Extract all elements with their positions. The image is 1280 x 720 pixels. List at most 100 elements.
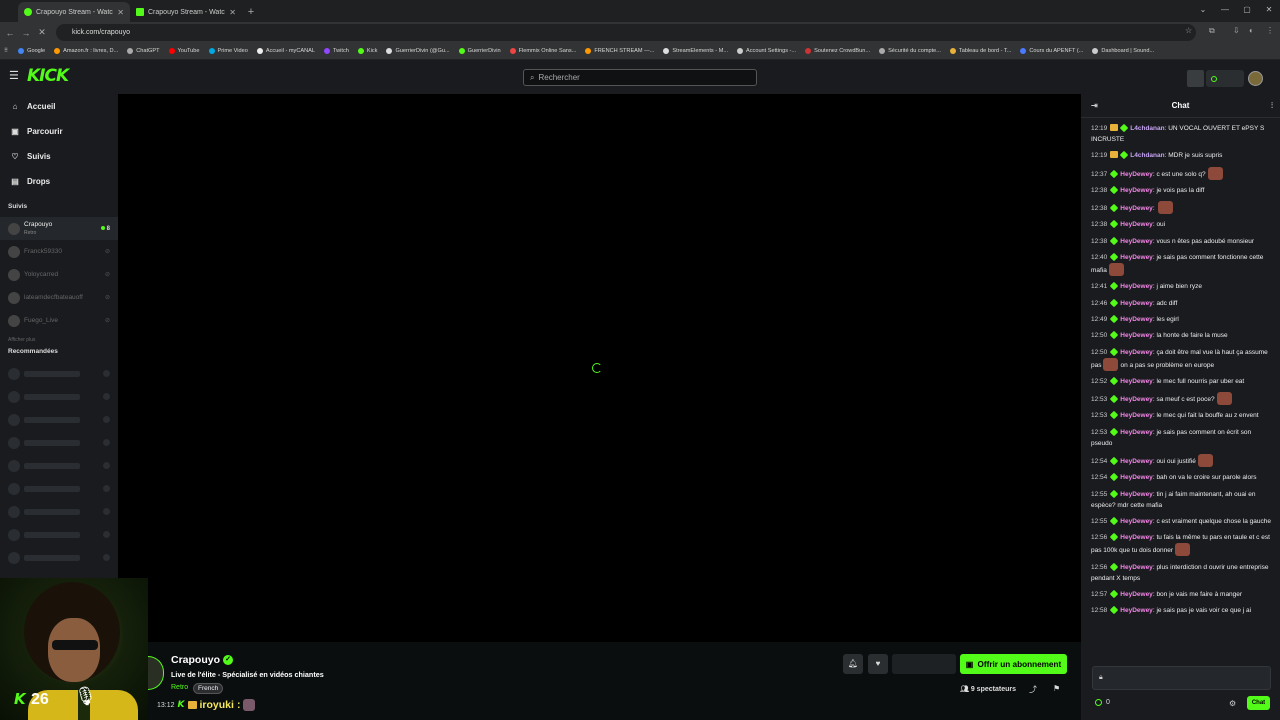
bookmark-item[interactable]: Accueil - myCANAL bbox=[256, 48, 315, 54]
bookmark-item[interactable]: Tableau de bord - T... bbox=[949, 48, 1011, 54]
channel-points[interactable]: 0 bbox=[1095, 699, 1110, 706]
message-time: 12:56 bbox=[1091, 563, 1108, 571]
bookmark-star-icon[interactable]: ☆ bbox=[1185, 26, 1192, 35]
bookmark-item[interactable]: Prime Video bbox=[208, 48, 248, 54]
message-username[interactable]: HeyDewey bbox=[1120, 518, 1153, 525]
extensions-icon[interactable]: ⧉ bbox=[1209, 26, 1215, 36]
browser-tab[interactable]: Crapouyo Stream - Watch Live ✕ bbox=[130, 2, 242, 22]
message-username[interactable]: HeyDewey bbox=[1120, 332, 1153, 339]
bookmark-item[interactable]: Soutenez CrowdBun... bbox=[805, 48, 870, 54]
language-tag[interactable]: French bbox=[193, 683, 224, 694]
bookmark-item[interactable]: YouTube bbox=[168, 48, 200, 54]
more-options-icon[interactable]: ⚑ bbox=[1053, 684, 1060, 693]
new-tab-button[interactable]: + bbox=[242, 2, 260, 22]
gear-icon[interactable]: ⚙ bbox=[1229, 699, 1236, 708]
message-username[interactable]: HeyDewey bbox=[1120, 171, 1153, 178]
following-channel[interactable]: Fuego_Live ⊘ bbox=[0, 309, 118, 332]
send-chat-button[interactable]: Chat bbox=[1247, 696, 1270, 710]
message-username[interactable]: HeyDewey bbox=[1120, 254, 1153, 261]
chevron-down-icon[interactable]: ⌄ bbox=[1192, 0, 1214, 20]
message-username[interactable]: HeyDewey bbox=[1120, 316, 1153, 323]
address-bar[interactable]: kick.com/crapouyo bbox=[56, 24, 1196, 41]
subscribe-placeholder-button[interactable] bbox=[892, 654, 956, 674]
message-username[interactable]: HeyDewey bbox=[1120, 491, 1153, 498]
forward-icon[interactable]: → bbox=[18, 28, 34, 38]
skeleton-block bbox=[24, 531, 80, 538]
message-username[interactable]: HeyDewey bbox=[1120, 205, 1153, 212]
message-username[interactable]: HeyDewey bbox=[1120, 221, 1153, 228]
follow-heart-button[interactable]: ♥ bbox=[868, 654, 888, 674]
bookmark-item[interactable]: ChatGPT bbox=[127, 48, 160, 54]
message-username[interactable]: HeyDewey bbox=[1120, 564, 1153, 571]
bookmark-item[interactable]: Kick bbox=[357, 48, 377, 54]
message-username[interactable]: HeyDewey bbox=[1120, 591, 1153, 598]
message-username[interactable]: HeyDewey bbox=[1120, 412, 1153, 419]
header-button[interactable] bbox=[1187, 70, 1204, 87]
message-username[interactable]: HeyDewey bbox=[1120, 396, 1153, 403]
bookmark-item[interactable]: Sécurité du compte... bbox=[879, 48, 941, 54]
collapse-chat-icon[interactable]: ⇥ bbox=[1091, 101, 1098, 110]
bookmark-item[interactable]: Cours du APENFT (... bbox=[1020, 48, 1083, 54]
reload-stop-icon[interactable]: ✕ bbox=[34, 27, 50, 38]
sidebar-item-parcourir[interactable]: ▣ Parcourir bbox=[0, 119, 118, 144]
bookmark-item[interactable]: Google bbox=[18, 48, 45, 54]
sidebar-item-accueil[interactable]: ⌂ Accueil bbox=[0, 94, 118, 119]
message-username[interactable]: HeyDewey bbox=[1120, 349, 1153, 356]
following-channel[interactable]: Franck59330 ⊘ bbox=[0, 240, 118, 263]
show-more-link[interactable]: Afficher plus bbox=[0, 332, 118, 348]
kick-logo[interactable]: KICK bbox=[27, 66, 69, 86]
maximize-button[interactable]: ▢ bbox=[1236, 0, 1258, 20]
back-icon[interactable]: ← bbox=[2, 28, 18, 38]
sub-badge-icon bbox=[1110, 411, 1119, 420]
message-username[interactable]: HeyDewey bbox=[1120, 283, 1153, 290]
search-input[interactable]: ⌕ Rechercher bbox=[523, 69, 757, 86]
bookmark-item[interactable]: GuerrierDivin (@Gu... bbox=[386, 48, 450, 54]
bookmark-item[interactable]: FRENCH STREAM —... bbox=[585, 48, 654, 54]
notification-bell-button[interactable]: 🔔︎ bbox=[843, 654, 863, 674]
stream-category[interactable]: Retro bbox=[171, 684, 188, 691]
message-username[interactable]: HeyDewey bbox=[1120, 187, 1153, 194]
bookmark-item[interactable]: Account Settings -... bbox=[737, 48, 796, 54]
close-window-button[interactable]: ✕ bbox=[1258, 0, 1280, 20]
bookmark-item[interactable]: Twitch bbox=[324, 48, 349, 54]
close-tab-icon[interactable]: ✕ bbox=[117, 8, 124, 17]
profile-icon[interactable]: ◐ bbox=[1249, 26, 1254, 35]
message-username[interactable]: HeyDewey bbox=[1120, 429, 1153, 436]
minimize-button[interactable]: — bbox=[1214, 0, 1236, 20]
menu-icon[interactable]: ⋮ bbox=[1266, 26, 1274, 35]
following-channel[interactable]: lateamdecfbateauoff ⊘ bbox=[0, 286, 118, 309]
chat-input[interactable] bbox=[1092, 666, 1271, 690]
share-icon[interactable]: ⤴ bbox=[1029, 684, 1037, 695]
message-username[interactable]: HeyDewey bbox=[1120, 458, 1153, 465]
bookmark-item[interactable]: GuerrierDivin bbox=[458, 48, 501, 54]
following-channel[interactable]: Crapouyo Retro 8 bbox=[0, 217, 118, 240]
following-channel[interactable]: Yoloycarred ⊘ bbox=[0, 263, 118, 286]
bookmark-item[interactable]: Dashboard | Sound... bbox=[1092, 48, 1154, 54]
chat-message: 12:55 HeyDewey: c est vraiment quelque ch… bbox=[1091, 516, 1273, 527]
hamburger-menu-icon[interactable]: ☰ bbox=[9, 69, 19, 82]
message-username[interactable]: HeyDewey bbox=[1120, 238, 1153, 245]
downloads-icon[interactable]: ⇩ bbox=[1233, 26, 1240, 35]
close-tab-icon[interactable]: ✕ bbox=[229, 8, 236, 17]
message-username[interactable]: HeyDewey bbox=[1120, 474, 1153, 481]
message-username[interactable]: L4chdanan bbox=[1130, 152, 1164, 159]
message-username[interactable]: HeyDewey bbox=[1120, 378, 1153, 385]
bookmark-item[interactable]: Flemmix Online Sans... bbox=[509, 48, 576, 54]
browser-tab[interactable]: Crapouyo Stream - Watch Live ✕ bbox=[18, 2, 130, 22]
chat-message: 12:56 HeyDewey: plus interdiction d ouvri… bbox=[1091, 562, 1273, 584]
bookmark-item[interactable]: Amazon.fr : livres, D... bbox=[54, 48, 118, 54]
apps-icon[interactable]: ⠿ bbox=[4, 48, 8, 54]
sidebar-item-drops[interactable]: ▤ Drops bbox=[0, 169, 118, 194]
chat-settings-icon[interactable]: ⫶ bbox=[1271, 101, 1273, 111]
sidebar-item-suivis[interactable]: ♡ Suivis bbox=[0, 144, 118, 169]
message-time: 12:50 bbox=[1091, 332, 1108, 340]
streamer-name[interactable]: Crapouyo bbox=[171, 654, 220, 666]
gift-subscription-button[interactable]: ▣ Offrir un abonnement bbox=[960, 654, 1067, 674]
bookmark-item[interactable]: StreamElements - M... bbox=[663, 48, 728, 54]
message-username[interactable]: HeyDewey bbox=[1120, 607, 1153, 614]
user-avatar[interactable] bbox=[1248, 71, 1263, 86]
points-button[interactable] bbox=[1206, 70, 1244, 87]
message-username[interactable]: HeyDewey bbox=[1120, 300, 1153, 307]
message-username[interactable]: HeyDewey bbox=[1120, 534, 1153, 541]
message-username[interactable]: L4chdanan bbox=[1130, 125, 1164, 132]
